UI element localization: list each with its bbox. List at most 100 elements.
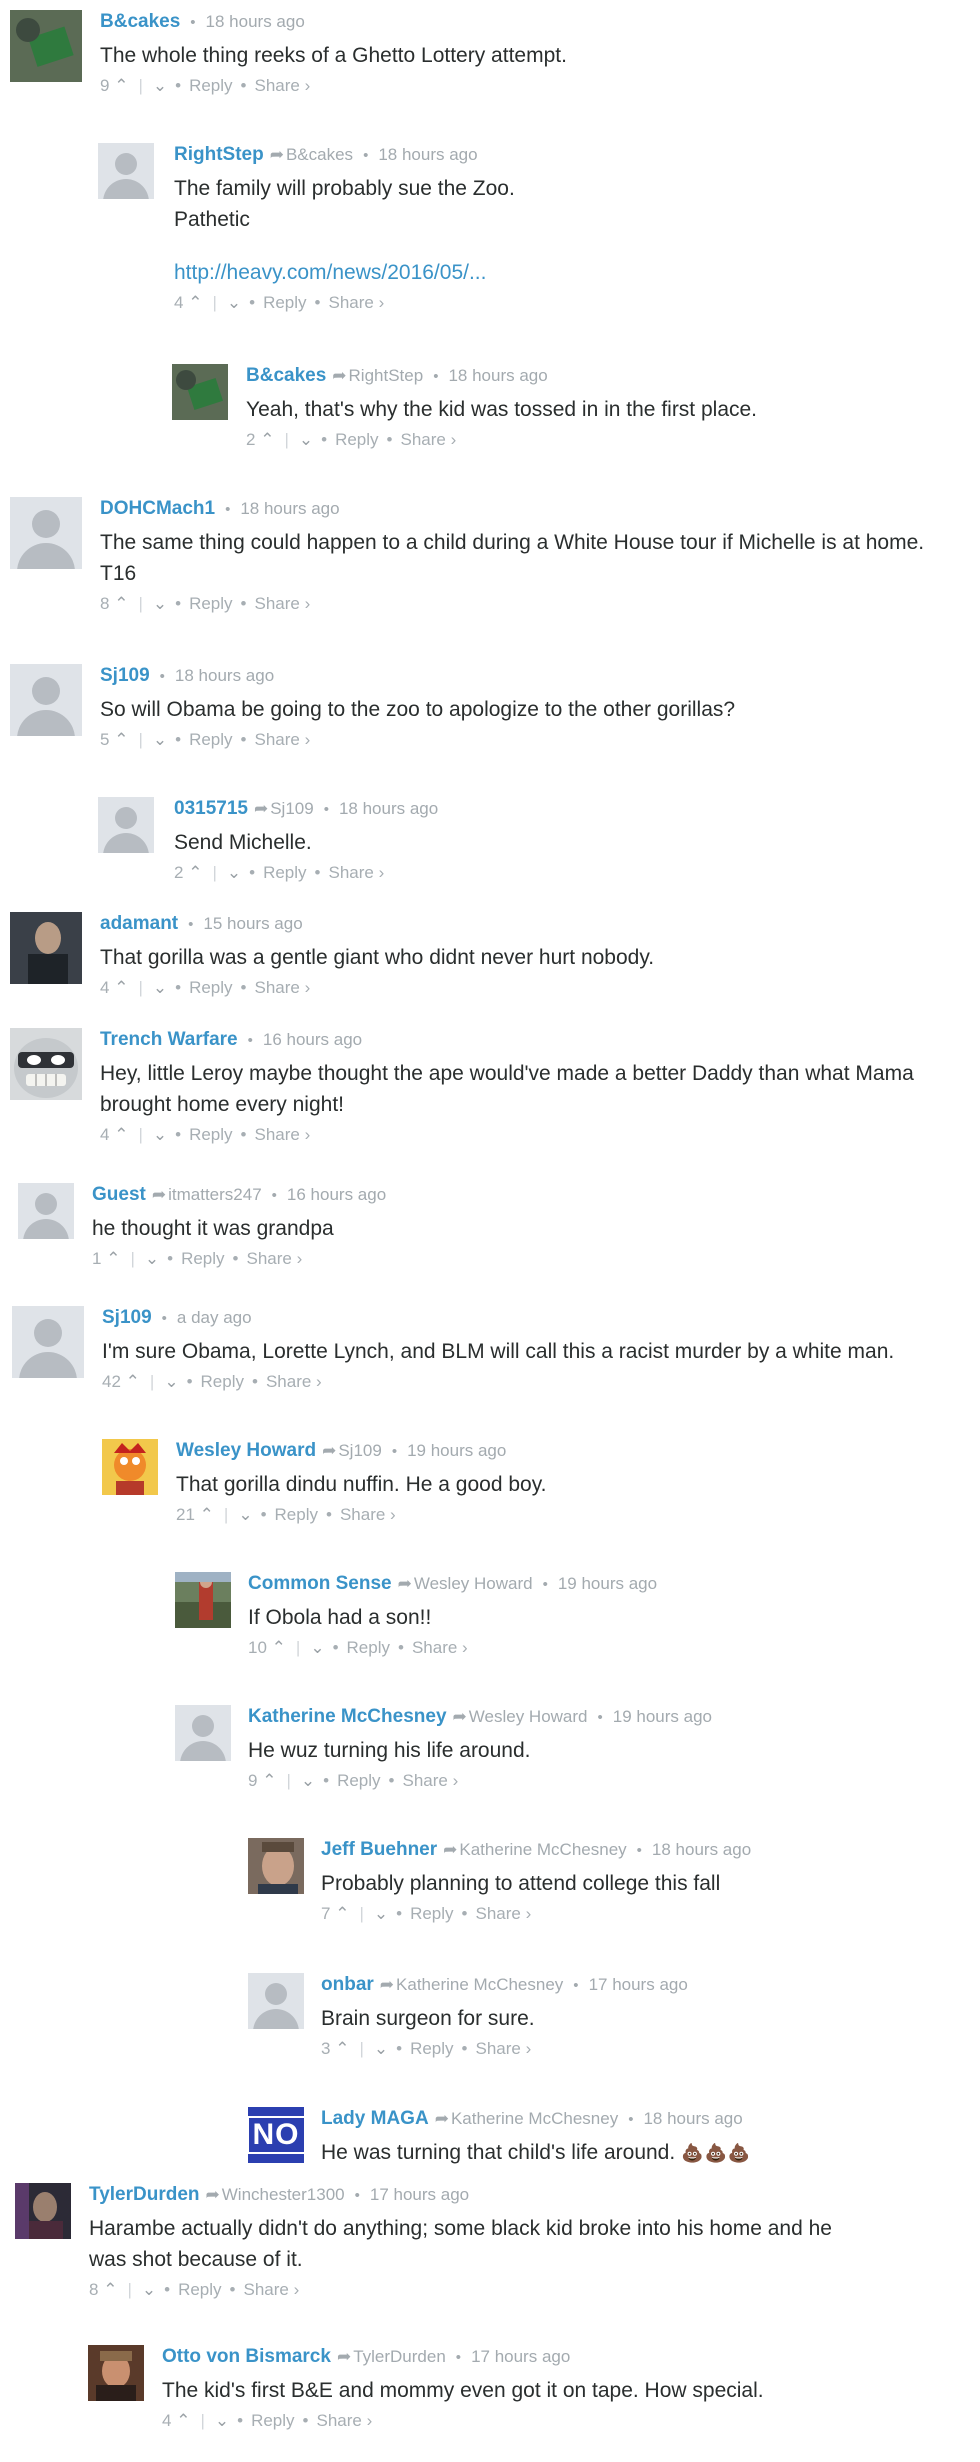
avatar[interactable] — [175, 1572, 231, 1628]
upvote-icon[interactable]: ⌃ — [176, 2410, 190, 2432]
timestamp-link[interactable]: 16 hours ago — [263, 1030, 362, 1049]
downvote-icon[interactable]: ⌄ — [145, 1248, 159, 1270]
upvote-icon[interactable]: ⌃ — [114, 593, 128, 615]
upvote-icon[interactable]: ⌃ — [272, 1637, 286, 1659]
parent-author-link[interactable]: RightStep — [349, 366, 424, 385]
timestamp-link[interactable]: 18 hours ago — [652, 1840, 751, 1859]
reply-button[interactable]: Reply — [181, 1249, 224, 1268]
timestamp-link[interactable]: 18 hours ago — [378, 145, 477, 164]
share-button[interactable]: Share › — [247, 1249, 303, 1268]
downvote-icon[interactable]: ⌄ — [215, 2410, 229, 2432]
upvote-icon[interactable]: ⌃ — [114, 1124, 128, 1146]
timestamp-link[interactable]: 18 hours ago — [206, 12, 305, 31]
avatar[interactable] — [15, 2183, 71, 2239]
upvote-icon[interactable]: ⌃ — [114, 75, 128, 97]
author-link[interactable]: B&cakes — [246, 365, 326, 386]
share-button[interactable]: Share › — [401, 430, 457, 449]
author-link[interactable]: Common Sense — [248, 1573, 392, 1594]
reply-button[interactable]: Reply — [335, 430, 378, 449]
parent-author-link[interactable]: TylerDurden — [353, 2347, 446, 2366]
share-button[interactable]: Share › — [329, 293, 385, 312]
reply-button[interactable]: Reply — [189, 1125, 232, 1144]
avatar[interactable] — [10, 1028, 82, 1100]
avatar[interactable] — [248, 1838, 304, 1894]
downvote-icon[interactable]: ⌄ — [153, 75, 167, 97]
share-button[interactable]: Share › — [255, 594, 311, 613]
avatar[interactable] — [98, 143, 154, 199]
avatar[interactable] — [12, 1306, 84, 1378]
share-button[interactable]: Share › — [317, 2411, 373, 2430]
parent-author-link[interactable]: Wesley Howard — [414, 1574, 533, 1593]
avatar[interactable] — [175, 1705, 231, 1761]
share-button[interactable]: Share › — [255, 730, 311, 749]
author-link[interactable]: onbar — [321, 1974, 374, 1995]
parent-author-link[interactable]: B&cakes — [286, 145, 353, 164]
upvote-icon[interactable]: ⌃ — [114, 729, 128, 751]
share-button[interactable]: Share › — [255, 76, 311, 95]
parent-author-link[interactable]: Katherine McChesney — [396, 1975, 563, 1994]
share-button[interactable]: Share › — [340, 1505, 396, 1524]
share-button[interactable]: Share › — [403, 1771, 459, 1790]
downvote-icon[interactable]: ⌄ — [374, 2038, 388, 2060]
downvote-icon[interactable]: ⌄ — [227, 862, 241, 884]
timestamp-link[interactable]: 19 hours ago — [613, 1707, 712, 1726]
avatar[interactable] — [18, 1183, 74, 1239]
upvote-icon[interactable]: ⌃ — [262, 1770, 276, 1792]
downvote-icon[interactable]: ⌄ — [153, 593, 167, 615]
author-link[interactable]: Lady MAGA — [321, 2108, 429, 2129]
upvote-icon[interactable]: ⌃ — [200, 1504, 214, 1526]
downvote-icon[interactable]: ⌄ — [142, 2279, 156, 2301]
timestamp-link[interactable]: 18 hours ago — [175, 666, 274, 685]
upvote-icon[interactable]: ⌃ — [114, 977, 128, 999]
author-link[interactable]: Sj109 — [100, 665, 150, 686]
author-link[interactable]: 0315715 — [174, 798, 248, 819]
downvote-icon[interactable]: ⌄ — [227, 292, 241, 314]
reply-button[interactable]: Reply — [189, 76, 232, 95]
upvote-icon[interactable]: ⌃ — [335, 1903, 349, 1925]
reply-button[interactable]: Reply — [263, 863, 306, 882]
upvote-icon[interactable]: ⌃ — [188, 292, 202, 314]
parent-author-link[interactable]: Wesley Howard — [469, 1707, 588, 1726]
upvote-icon[interactable]: ⌃ — [103, 2279, 117, 2301]
reply-button[interactable]: Reply — [263, 293, 306, 312]
timestamp-link[interactable]: a day ago — [177, 1308, 252, 1327]
reply-button[interactable]: Reply — [201, 1372, 244, 1391]
downvote-icon[interactable]: ⌄ — [301, 1770, 315, 1792]
message-link[interactable]: http://heavy.com/news/2016/05/... — [174, 261, 486, 284]
downvote-icon[interactable]: ⌄ — [164, 1371, 178, 1393]
share-button[interactable]: Share › — [255, 978, 311, 997]
downvote-icon[interactable]: ⌄ — [238, 1504, 252, 1526]
upvote-icon[interactable]: ⌃ — [260, 429, 274, 451]
timestamp-link[interactable]: 19 hours ago — [407, 1441, 506, 1460]
upvote-icon[interactable]: ⌃ — [335, 2038, 349, 2060]
avatar[interactable] — [10, 497, 82, 569]
reply-button[interactable]: Reply — [189, 730, 232, 749]
author-link[interactable]: Otto von Bismarck — [162, 2346, 331, 2367]
reply-button[interactable]: Reply — [275, 1505, 318, 1524]
parent-author-link[interactable]: itmatters247 — [168, 1185, 262, 1204]
avatar[interactable]: NO — [248, 2107, 304, 2163]
author-link[interactable]: DOHCMach1 — [100, 498, 215, 519]
author-link[interactable]: Wesley Howard — [176, 1440, 316, 1461]
parent-author-link[interactable]: Katherine McChesney — [459, 1840, 626, 1859]
timestamp-link[interactable]: 18 hours ago — [643, 2109, 742, 2128]
avatar[interactable] — [88, 2345, 144, 2401]
reply-button[interactable]: Reply — [189, 978, 232, 997]
reply-button[interactable]: Reply — [251, 2411, 294, 2430]
share-button[interactable]: Share › — [244, 2280, 300, 2299]
author-link[interactable]: Trench Warfare — [100, 1029, 238, 1050]
parent-author-link[interactable]: Winchester1300 — [222, 2185, 345, 2204]
timestamp-link[interactable]: 19 hours ago — [558, 1574, 657, 1593]
reply-button[interactable]: Reply — [189, 594, 232, 613]
timestamp-link[interactable]: 17 hours ago — [471, 2347, 570, 2366]
parent-author-link[interactable]: Katherine McChesney — [451, 2109, 618, 2128]
avatar[interactable] — [172, 364, 228, 420]
avatar[interactable] — [98, 797, 154, 853]
timestamp-link[interactable]: 15 hours ago — [203, 914, 302, 933]
avatar[interactable] — [10, 10, 82, 82]
reply-button[interactable]: Reply — [410, 1904, 453, 1923]
share-button[interactable]: Share › — [476, 2039, 532, 2058]
parent-author-link[interactable]: Sj109 — [270, 799, 313, 818]
avatar[interactable] — [248, 1973, 304, 2029]
upvote-icon[interactable]: ⌃ — [106, 1248, 120, 1270]
